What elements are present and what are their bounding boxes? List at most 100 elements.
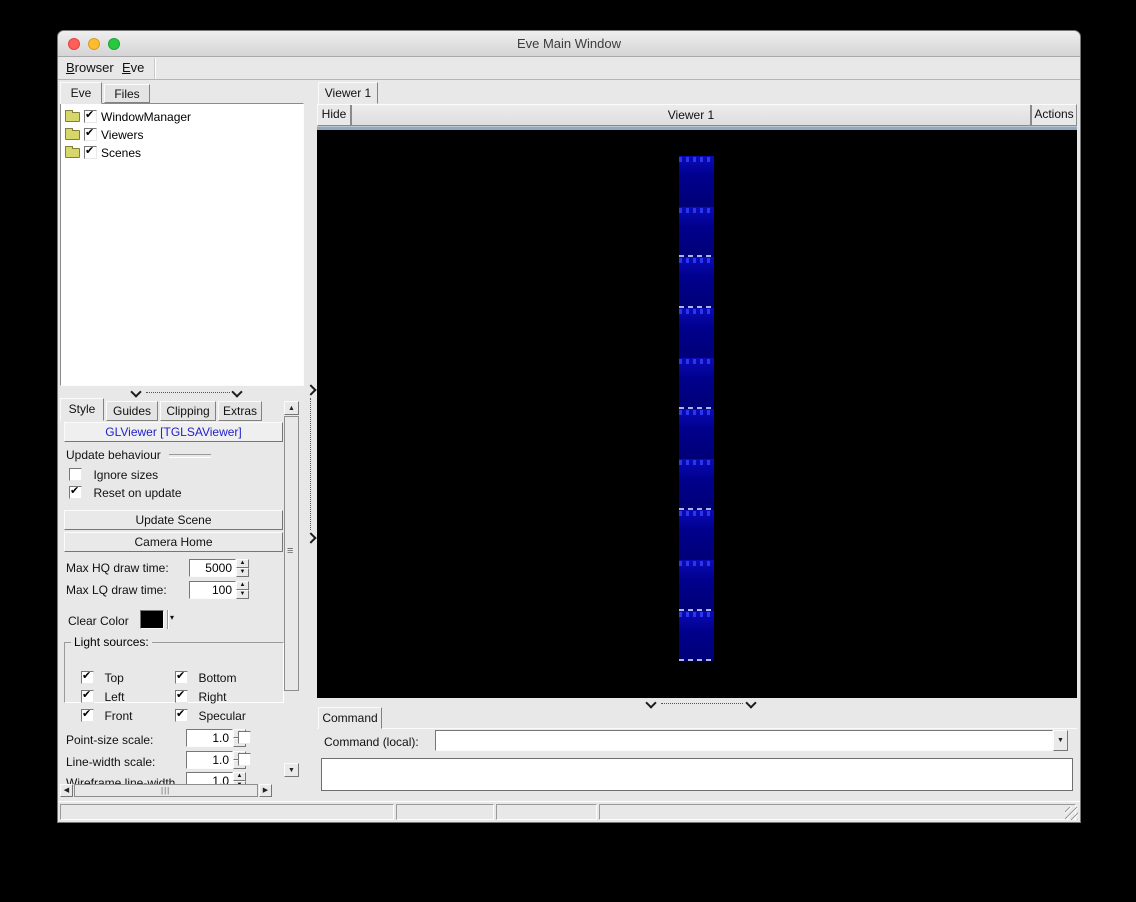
light-bottom-row[interactable]: Bottom bbox=[175, 669, 236, 687]
tab-guides[interactable]: Guides bbox=[106, 401, 158, 421]
tab-command[interactable]: Command bbox=[318, 707, 382, 729]
light-top-checkbox[interactable] bbox=[81, 669, 94, 685]
menubar-divider bbox=[154, 58, 156, 79]
clear-color-swatch[interactable] bbox=[140, 610, 164, 629]
tower-segment bbox=[679, 257, 714, 308]
command-combobox: ▼ bbox=[435, 730, 1068, 751]
folder-icon bbox=[65, 109, 80, 122]
scroll-left-icon[interactable]: ◀ bbox=[60, 784, 73, 797]
tree-item-scenes[interactable]: Scenes bbox=[65, 144, 141, 161]
tab-files[interactable]: Files bbox=[104, 84, 150, 103]
titlebar[interactable]: Eve Main Window bbox=[58, 31, 1080, 57]
status-cell bbox=[599, 804, 1076, 820]
light-specular-row[interactable]: Specular bbox=[175, 707, 246, 725]
camera-home-button[interactable]: Camera Home bbox=[64, 532, 283, 552]
tower-segment bbox=[679, 308, 714, 358]
max-lq-spinner: 100 ▲ ▼ bbox=[189, 581, 249, 599]
eve-main-window: Eve Main Window Browser Eve Eve Files Wi… bbox=[57, 30, 1081, 823]
tree-item-viewers[interactable]: Viewers bbox=[65, 126, 143, 143]
menu-browser[interactable]: Browser bbox=[60, 57, 120, 79]
splitter-arrow-icon bbox=[130, 386, 142, 398]
reset-on-update-checkbox[interactable] bbox=[69, 484, 82, 500]
spin-up-icon[interactable]: ▲ bbox=[233, 772, 246, 781]
scene-geometry-tower[interactable] bbox=[679, 156, 714, 661]
point-size-label: Point-size scale: bbox=[66, 733, 154, 747]
update-scene-button[interactable]: Update Scene bbox=[64, 510, 283, 530]
tree-checkbox[interactable] bbox=[84, 144, 97, 159]
light-sources-group: Light sources: Top Bottom Left Right Fro… bbox=[64, 635, 284, 723]
splitter-dots bbox=[661, 703, 743, 704]
tree-item-label: Scenes bbox=[101, 145, 142, 160]
status-cell bbox=[496, 804, 597, 820]
wireframe-value[interactable]: 1.0 bbox=[186, 772, 233, 784]
status-cell bbox=[396, 804, 494, 820]
resize-grip[interactable] bbox=[1065, 807, 1078, 820]
left-horizontal-splitter[interactable] bbox=[58, 386, 306, 398]
line-width-label: Line-width scale: bbox=[66, 755, 156, 769]
line-width-flag-checkbox[interactable] bbox=[238, 753, 251, 766]
splitter-arrow-icon bbox=[745, 697, 757, 709]
point-size-value[interactable]: 1.0 bbox=[186, 729, 233, 747]
thumb-grip-icon: ||| bbox=[161, 786, 171, 795]
light-top-row[interactable]: Top bbox=[81, 669, 124, 687]
viewer-title: Viewer 1 bbox=[351, 105, 1031, 125]
tower-segment bbox=[679, 409, 714, 459]
combo-dropdown-icon[interactable]: ▼ bbox=[1053, 730, 1068, 751]
reset-on-update-row[interactable]: Reset on update bbox=[69, 484, 182, 502]
update-behaviour-label: Update behaviour bbox=[66, 448, 211, 462]
light-specular-checkbox[interactable] bbox=[175, 707, 188, 723]
spin-down-icon[interactable]: ▼ bbox=[236, 568, 249, 577]
menu-eve[interactable]: Eve bbox=[116, 57, 150, 79]
ignore-sizes-row[interactable]: Ignore sizes bbox=[69, 466, 158, 484]
wireframe-spinner: 1.0 ▲▼ bbox=[186, 772, 246, 784]
light-front-checkbox[interactable] bbox=[81, 707, 94, 723]
scrollbar-thumb[interactable]: ||| bbox=[74, 784, 258, 797]
ignore-sizes-checkbox[interactable] bbox=[69, 468, 82, 482]
scrollbar-thumb[interactable]: ≡ bbox=[284, 416, 299, 691]
tree-item-label: Viewers bbox=[101, 127, 144, 142]
line-width-value[interactable]: 1.0 bbox=[186, 751, 233, 769]
tree-checkbox[interactable] bbox=[84, 126, 97, 141]
splitter-arrow-icon bbox=[645, 697, 657, 709]
main-vertical-splitter[interactable] bbox=[305, 80, 317, 801]
tab-eve[interactable]: Eve bbox=[60, 82, 102, 104]
hide-button[interactable]: Hide bbox=[318, 105, 351, 125]
light-left-checkbox[interactable] bbox=[81, 688, 94, 704]
point-size-spinner: 1.0 ▲▼ bbox=[186, 729, 246, 747]
thumb-grip-icon: ≡ bbox=[287, 545, 294, 557]
spin-up-icon[interactable]: ▲ bbox=[236, 559, 249, 568]
light-right-row[interactable]: Right bbox=[175, 688, 226, 706]
tab-clipping[interactable]: Clipping bbox=[160, 401, 216, 421]
tab-viewer-1[interactable]: Viewer 1 bbox=[318, 82, 378, 104]
command-output[interactable] bbox=[321, 758, 1073, 791]
command-horizontal-splitter[interactable] bbox=[317, 697, 1077, 709]
glviewer-title-button[interactable]: GLViewer [TGLSAViewer] bbox=[64, 422, 283, 442]
spin-down-icon[interactable]: ▼ bbox=[236, 590, 249, 599]
scroll-down-icon[interactable]: ▼ bbox=[284, 763, 299, 777]
light-left-row[interactable]: Left bbox=[81, 688, 124, 706]
scroll-right-icon[interactable]: ▶ bbox=[259, 784, 272, 797]
eve-tree: WindowManager Viewers Scenes bbox=[60, 103, 304, 386]
editor-vertical-scrollbar: ▲ ≡ ▼ bbox=[284, 401, 299, 781]
max-lq-value[interactable]: 100 bbox=[189, 581, 236, 599]
tab-style[interactable]: Style bbox=[60, 398, 104, 421]
tree-checkbox[interactable] bbox=[84, 108, 97, 123]
scroll-up-icon[interactable]: ▲ bbox=[284, 401, 299, 415]
light-bottom-checkbox[interactable] bbox=[175, 669, 188, 685]
point-size-flag-checkbox[interactable] bbox=[238, 731, 251, 744]
tree-item-windowmanager[interactable]: WindowManager bbox=[65, 108, 191, 125]
color-dropdown-icon[interactable]: ▾ bbox=[170, 613, 174, 622]
actions-button[interactable]: Actions bbox=[1031, 105, 1076, 125]
light-front-row[interactable]: Front bbox=[81, 707, 132, 725]
command-input[interactable] bbox=[435, 730, 1053, 751]
tab-extras[interactable]: Extras bbox=[218, 401, 262, 421]
spin-up-icon[interactable]: ▲ bbox=[236, 581, 249, 590]
light-right-checkbox[interactable] bbox=[175, 688, 188, 704]
tree-item-label: WindowManager bbox=[101, 109, 192, 124]
clear-color-label: Clear Color bbox=[68, 614, 129, 628]
tower-segment bbox=[679, 560, 714, 611]
gl-viewport[interactable] bbox=[317, 130, 1077, 698]
max-hq-value[interactable]: 5000 bbox=[189, 559, 236, 577]
tower-segment bbox=[679, 510, 714, 560]
window-title: Eve Main Window bbox=[516, 36, 622, 51]
